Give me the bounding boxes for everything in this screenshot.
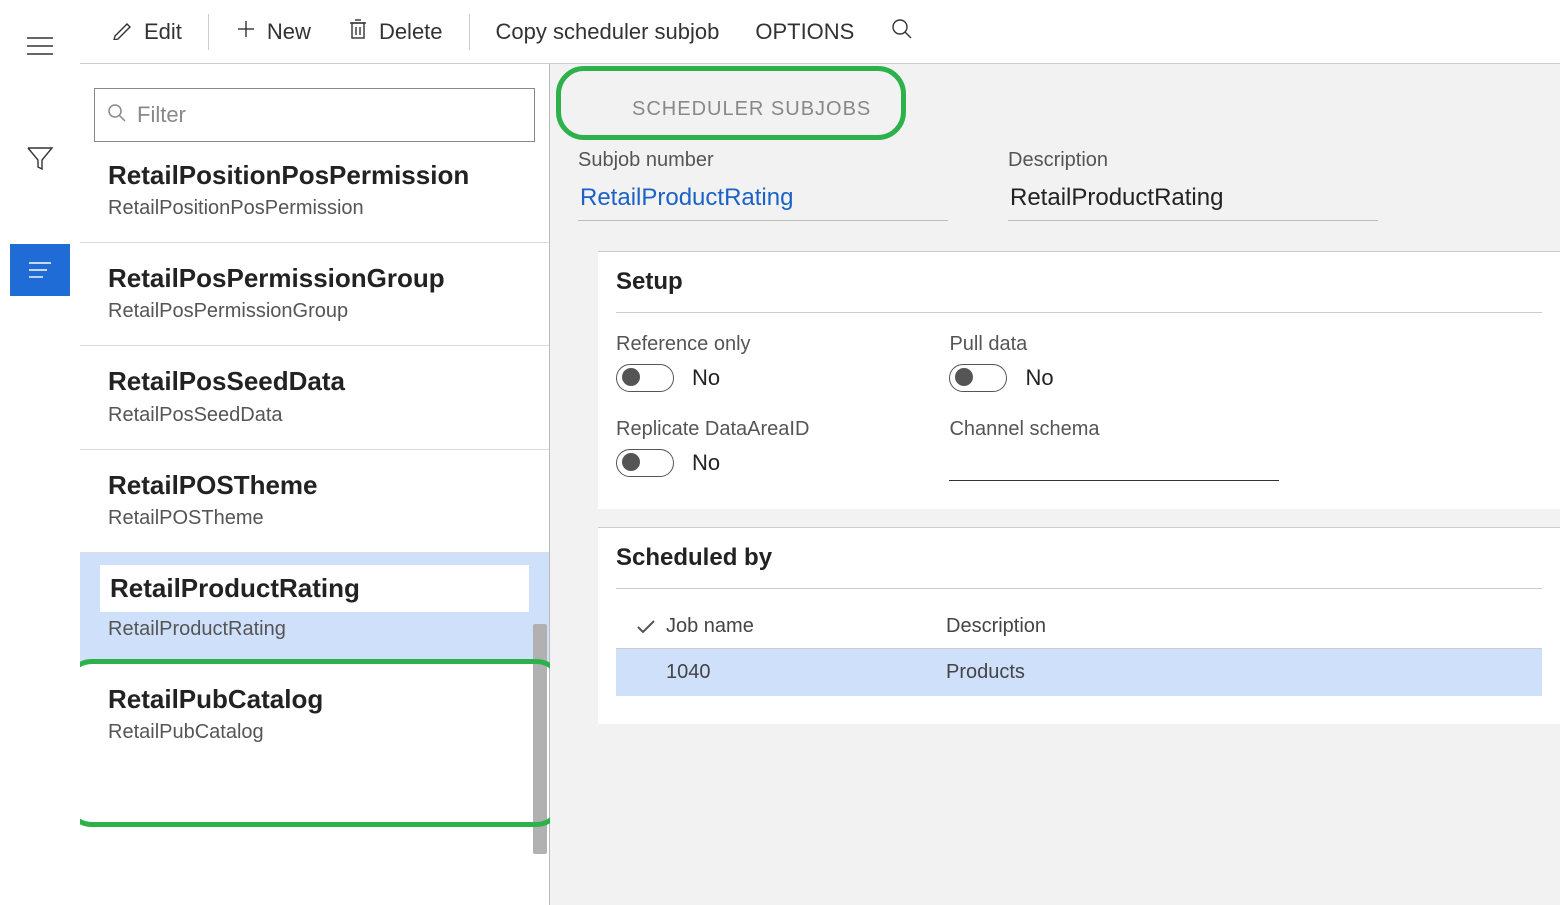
replicate-dataareaid-value: No [692,450,720,476]
new-button[interactable]: New [217,10,329,54]
options-label: OPTIONS [755,19,854,45]
list-view-button[interactable] [10,244,70,296]
list-item[interactable]: RetailPosSeedData RetailPosSeedData [80,345,549,448]
search-icon [107,103,127,128]
subjob-number-label: Subjob number [578,149,948,172]
reference-only-label: Reference only [616,333,809,356]
scheduled-by-section: Scheduled by Job name Description 1040 P… [598,527,1560,724]
new-label: New [267,19,311,45]
cell-job: 1040 [666,661,946,684]
item-title: RetailPosPermissionGroup [108,263,521,294]
item-sub: RetailPOSTheme [108,507,521,530]
list-item[interactable]: RetailPOSTheme RetailPOSTheme [80,449,549,552]
delete-label: Delete [379,19,443,45]
col-description[interactable]: Description [946,615,1532,638]
pencil-icon [112,18,134,46]
item-sub: RetailProductRating [108,618,521,641]
subjob-list-pane: RetailPositionPosPermission RetailPositi… [80,64,550,905]
replicate-dataareaid-toggle[interactable] [616,449,674,477]
item-title: RetailPubCatalog [108,684,521,715]
list-item[interactable]: RetailPubCatalog RetailPubCatalog [80,663,549,766]
funnel-icon[interactable] [10,132,70,184]
edit-button[interactable]: Edit [94,10,200,54]
divider [208,14,209,50]
detail-pane: SCHEDULER SUBJOBS Subjob number RetailPr… [550,64,1560,905]
description-label: Description [1008,149,1378,172]
list-item[interactable]: RetailPosPermissionGroup RetailPosPermis… [80,242,549,345]
pull-data-value: No [1025,365,1053,391]
pull-data-toggle[interactable] [949,364,1007,392]
hamburger-button[interactable] [10,20,70,72]
replicate-dataareaid-label: Replicate DataAreaID [616,418,809,441]
item-sub: RetailPositionPosPermission [108,197,521,220]
filter-input[interactable] [137,102,522,128]
item-title: RetailPositionPosPermission [108,160,521,191]
description-value[interactable]: RetailProductRating [1008,178,1378,221]
channel-schema-label: Channel schema [949,418,1279,441]
item-title: RetailPosSeedData [108,366,521,397]
copy-label: Copy scheduler subjob [496,19,720,45]
subjob-number-value[interactable]: RetailProductRating [578,178,948,221]
options-button[interactable]: OPTIONS [737,11,872,53]
section-title: Setup [616,268,1542,313]
trash-icon [347,17,369,47]
item-title: RetailProductRating [110,573,519,604]
cell-desc: Products [946,661,1532,684]
col-job-name[interactable]: Job name [666,615,946,638]
plus-icon [235,18,257,46]
channel-schema-input[interactable] [949,449,1279,481]
setup-section: Setup Reference only No Repl [598,251,1560,509]
item-sub: RetailPubCatalog [108,721,521,744]
reference-only-toggle[interactable] [616,364,674,392]
breadcrumb: SCHEDULER SUBJOBS [550,64,1560,131]
table-row[interactable]: 1040 Products [616,649,1542,696]
section-title: Scheduled by [616,544,1542,589]
item-title: RetailPOSTheme [108,470,521,501]
scrollbar-thumb[interactable] [533,624,547,854]
delete-button[interactable]: Delete [329,9,461,55]
search-button[interactable] [872,9,932,55]
checkmark-icon[interactable] [626,618,666,636]
filter-box[interactable] [94,88,535,142]
reference-only-value: No [692,365,720,391]
item-sub: RetailPosPermissionGroup [108,300,521,323]
action-toolbar: Edit New Delete Copy scheduler subjob OP… [80,0,1560,64]
list-item-selected[interactable]: RetailProductRating RetailProductRating [80,552,549,663]
pull-data-label: Pull data [949,333,1279,356]
copy-subjob-button[interactable]: Copy scheduler subjob [478,11,738,53]
item-sub: RetailPosSeedData [108,404,521,427]
divider [469,14,470,50]
list-item[interactable]: RetailPositionPosPermission RetailPositi… [80,154,549,242]
edit-label: Edit [144,19,182,45]
search-icon [890,17,914,47]
